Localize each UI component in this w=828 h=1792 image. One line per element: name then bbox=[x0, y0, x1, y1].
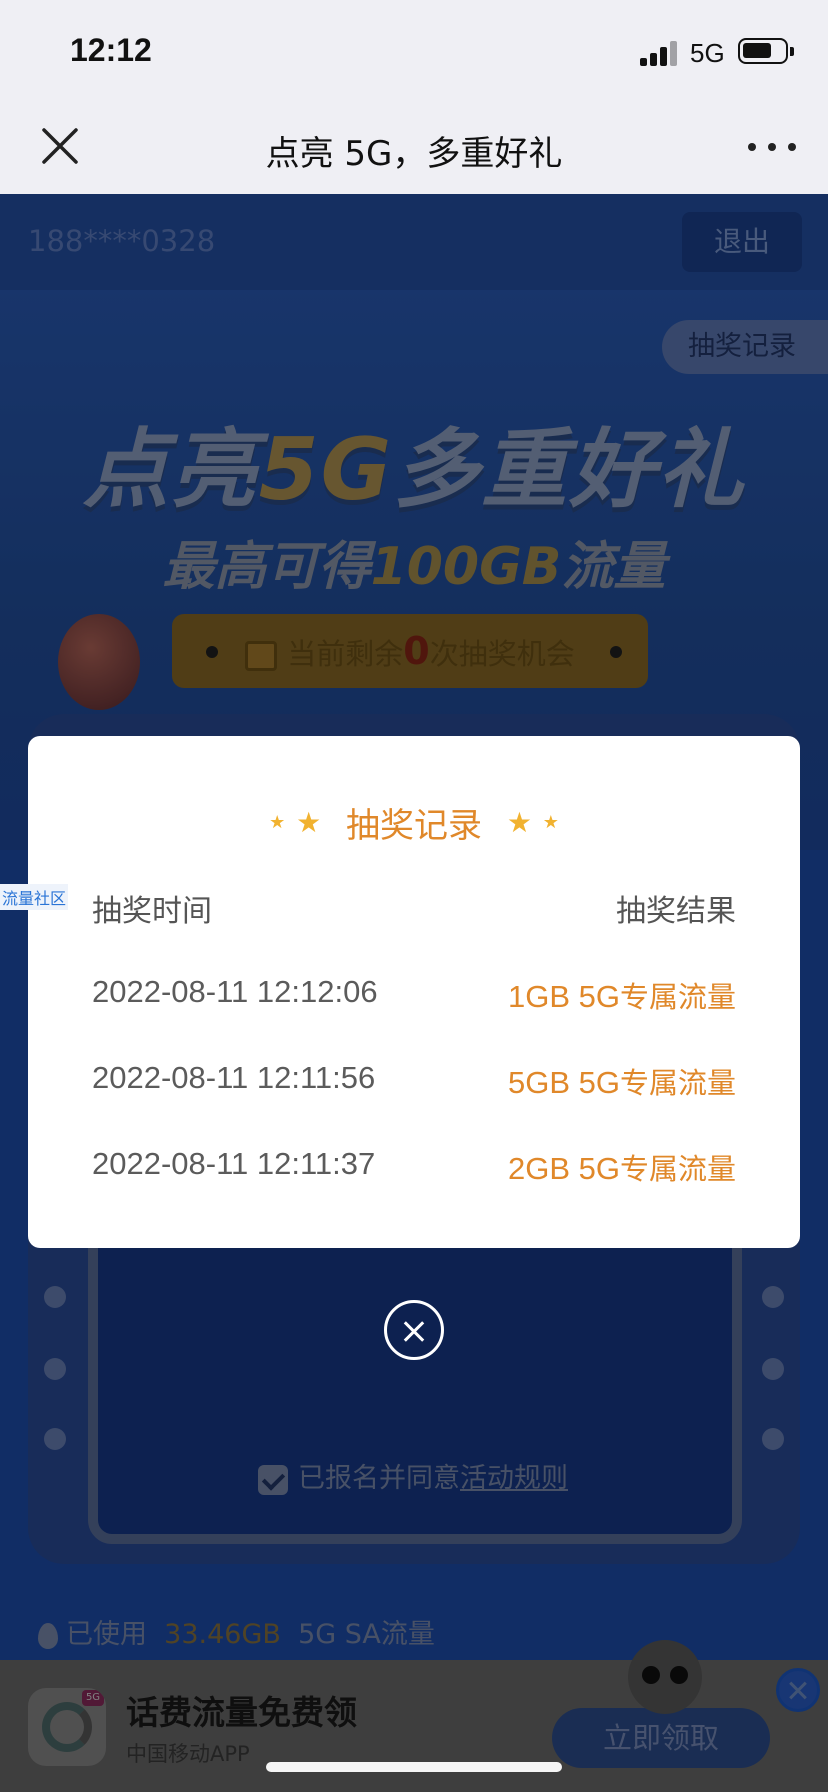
more-icon[interactable] bbox=[742, 124, 802, 168]
home-indicator[interactable] bbox=[266, 1762, 562, 1772]
page-title: 点亮 5G，多重好礼 bbox=[265, 134, 563, 174]
modal-title-text: 抽奖记录 bbox=[346, 806, 482, 846]
record-label: 专属流量 bbox=[619, 1152, 736, 1186]
record-result: 5GB 5G专属流量 bbox=[508, 1060, 736, 1102]
column-header-result: 抽奖结果 bbox=[616, 894, 736, 929]
status-time: 12:12 bbox=[70, 32, 152, 68]
record-time: 2022-08-11 12:11:37 bbox=[92, 1146, 376, 1181]
status-bar: 12:12 5G bbox=[0, 0, 828, 104]
star-icon: ★ bbox=[269, 812, 286, 833]
record-label: 专属流量 bbox=[619, 980, 736, 1014]
nav-bar: 点亮 5G，多重好礼 bbox=[0, 104, 828, 194]
star-icon: ★ bbox=[506, 806, 532, 839]
lottery-record-modal: ★ ★ 抽奖记录 ★ ★ 抽奖时间 抽奖结果 2022-08-11 12:12:… bbox=[28, 736, 800, 1248]
signal-icon bbox=[640, 40, 680, 66]
record-row: 2022-08-11 12:11:56 5GB 5G专属流量 bbox=[92, 1060, 736, 1100]
record-label: 专属流量 bbox=[619, 1066, 736, 1100]
star-icon: ★ bbox=[542, 812, 559, 833]
modal-title: ★ ★ 抽奖记录 ★ ★ bbox=[28, 798, 800, 847]
record-row: 2022-08-11 12:12:06 1GB 5G专属流量 bbox=[92, 974, 736, 1014]
record-amount: 1GB 5G bbox=[507, 979, 620, 1014]
record-time: 2022-08-11 12:12:06 bbox=[92, 974, 378, 1009]
record-result: 1GB 5G专属流量 bbox=[508, 974, 736, 1016]
column-header-time: 抽奖时间 bbox=[92, 894, 212, 929]
modal-close-icon[interactable] bbox=[384, 1300, 444, 1360]
record-time: 2022-08-11 12:11:56 bbox=[92, 1060, 376, 1095]
traffic-community-link[interactable]: 流量社区 bbox=[0, 884, 69, 910]
record-row: 2022-08-11 12:11:37 2GB 5G专属流量 bbox=[92, 1146, 736, 1186]
record-amount: 2GB 5G bbox=[507, 1151, 620, 1186]
battery-icon bbox=[738, 38, 794, 64]
network-label: 5G bbox=[690, 38, 725, 68]
record-result: 2GB 5G专属流量 bbox=[508, 1146, 736, 1188]
record-amount: 5GB 5G bbox=[507, 1065, 620, 1100]
star-icon: ★ bbox=[296, 806, 322, 839]
